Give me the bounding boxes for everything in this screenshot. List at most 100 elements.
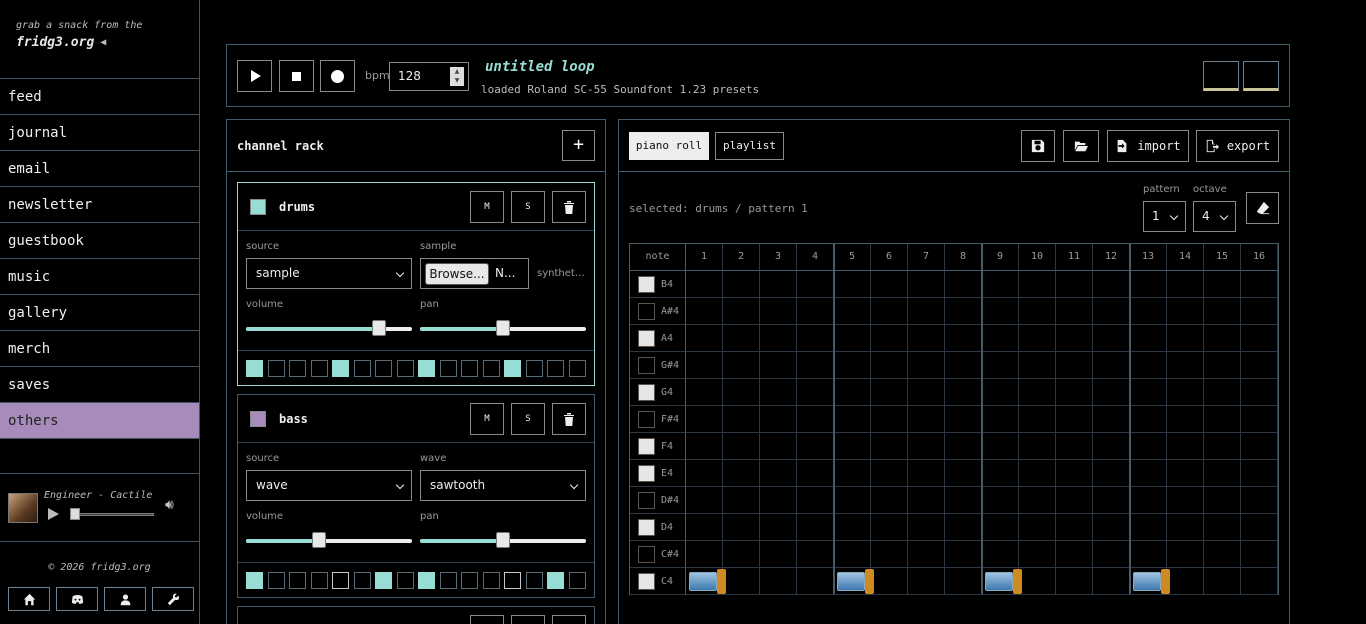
grid-cell[interactable] — [723, 406, 760, 433]
grid-cell[interactable] — [982, 514, 1019, 541]
grid-cell[interactable] — [797, 271, 834, 298]
grid-cell[interactable] — [908, 271, 945, 298]
grid-cell[interactable] — [945, 568, 982, 595]
grid-cell[interactable] — [1241, 460, 1278, 487]
grid-cell[interactable] — [908, 352, 945, 379]
grid-cell[interactable] — [1241, 298, 1278, 325]
grid-cell[interactable] — [1093, 406, 1130, 433]
grid-cell[interactable] — [1241, 271, 1278, 298]
grid-cell[interactable] — [1130, 514, 1167, 541]
profile-button[interactable] — [104, 587, 146, 611]
grid-cell[interactable] — [1019, 298, 1056, 325]
grid-cell[interactable] — [1130, 271, 1167, 298]
step-8[interactable] — [396, 572, 414, 589]
step-12[interactable] — [482, 360, 500, 377]
grid-cell[interactable] — [945, 460, 982, 487]
play-button[interactable] — [237, 60, 272, 92]
nav-item-merch[interactable]: merch — [0, 331, 199, 367]
grid-cell[interactable] — [686, 460, 723, 487]
grid-cell[interactable] — [1056, 298, 1093, 325]
step-9[interactable] — [418, 572, 435, 589]
grid-cell[interactable] — [982, 487, 1019, 514]
step-10[interactable] — [439, 572, 457, 589]
grid-cell[interactable] — [945, 379, 982, 406]
home-button[interactable] — [8, 587, 50, 611]
grid-cell[interactable] — [1167, 568, 1204, 595]
seek-bar[interactable] — [74, 513, 154, 516]
grid-cell[interactable] — [982, 433, 1019, 460]
note-resize-handle[interactable] — [865, 569, 874, 594]
grid-cell[interactable] — [1167, 433, 1204, 460]
tab-piano-roll[interactable]: piano roll — [629, 132, 709, 160]
step-1[interactable] — [246, 360, 263, 377]
tools-button[interactable] — [152, 587, 194, 611]
grid-cell[interactable] — [871, 487, 908, 514]
grid-cell[interactable] — [723, 487, 760, 514]
nav-item-gallery[interactable]: gallery — [0, 295, 199, 331]
mute-button[interactable] — [470, 615, 504, 624]
grid-cell[interactable] — [686, 379, 723, 406]
grid-cell[interactable] — [982, 298, 1019, 325]
note-block[interactable] — [985, 572, 1013, 591]
grid-cell[interactable] — [1056, 271, 1093, 298]
step-14[interactable] — [525, 360, 543, 377]
grid-cell[interactable] — [760, 460, 797, 487]
grid-cell[interactable] — [871, 541, 908, 568]
step-16[interactable] — [568, 360, 586, 377]
step-15[interactable] — [547, 572, 564, 589]
grid-cell[interactable] — [1167, 514, 1204, 541]
grid-cell[interactable] — [1019, 406, 1056, 433]
grid-cell[interactable] — [1130, 433, 1167, 460]
grid-cell[interactable] — [834, 406, 871, 433]
step-13[interactable] — [504, 360, 521, 377]
grid-cell[interactable] — [723, 433, 760, 460]
grid-cell[interactable] — [760, 271, 797, 298]
slider-handle[interactable] — [496, 320, 510, 336]
grid-cell[interactable] — [1093, 514, 1130, 541]
grid-cell[interactable] — [871, 406, 908, 433]
grid-cell[interactable] — [1056, 406, 1093, 433]
step-2[interactable] — [267, 572, 285, 589]
step-2[interactable] — [267, 360, 285, 377]
step-12[interactable] — [482, 572, 500, 589]
grid-cell[interactable] — [1204, 433, 1241, 460]
grid-cell[interactable] — [871, 433, 908, 460]
step-5[interactable] — [332, 572, 349, 589]
grid-cell[interactable] — [908, 487, 945, 514]
grid-cell[interactable] — [1130, 541, 1167, 568]
delete-channel-button[interactable] — [552, 403, 586, 435]
slider-handle[interactable] — [312, 532, 327, 548]
seek-handle[interactable] — [70, 508, 80, 520]
grid-cell[interactable] — [723, 325, 760, 352]
volume-slider[interactable] — [246, 532, 412, 548]
grid-cell[interactable] — [1130, 379, 1167, 406]
grid-cell[interactable] — [945, 487, 982, 514]
step-7[interactable] — [375, 360, 392, 377]
grid-cell[interactable] — [1204, 325, 1241, 352]
step-3[interactable] — [289, 572, 306, 589]
discord-button[interactable] — [56, 587, 98, 611]
grid-cell[interactable] — [871, 325, 908, 352]
grid-cell[interactable] — [982, 379, 1019, 406]
grid-cell[interactable] — [1019, 352, 1056, 379]
grid-cell[interactable] — [1093, 568, 1130, 595]
grid-cell[interactable] — [834, 298, 871, 325]
grid-cell[interactable] — [1093, 271, 1130, 298]
grid-cell[interactable] — [686, 271, 723, 298]
grid-cell[interactable] — [871, 568, 908, 595]
note-resize-handle[interactable] — [1013, 569, 1022, 594]
channel-bass[interactable]: bass M S source wave wave sawtooth volum… — [237, 394, 595, 598]
solo-button[interactable] — [511, 615, 545, 624]
grid-cell[interactable] — [945, 298, 982, 325]
grid-cell[interactable] — [908, 379, 945, 406]
grid-cell[interactable] — [834, 352, 871, 379]
grid-cell[interactable] — [871, 298, 908, 325]
grid-cell[interactable] — [686, 325, 723, 352]
bpm-spinner[interactable]: ▲ ▼ — [450, 67, 464, 86]
grid-cell[interactable] — [1167, 271, 1204, 298]
grid-cell[interactable] — [1093, 487, 1130, 514]
delete-channel-button[interactable] — [552, 615, 586, 624]
grid-cell[interactable] — [760, 541, 797, 568]
grid-cell[interactable] — [1056, 460, 1093, 487]
sample-file-input[interactable]: Browse... N... — [420, 258, 529, 289]
